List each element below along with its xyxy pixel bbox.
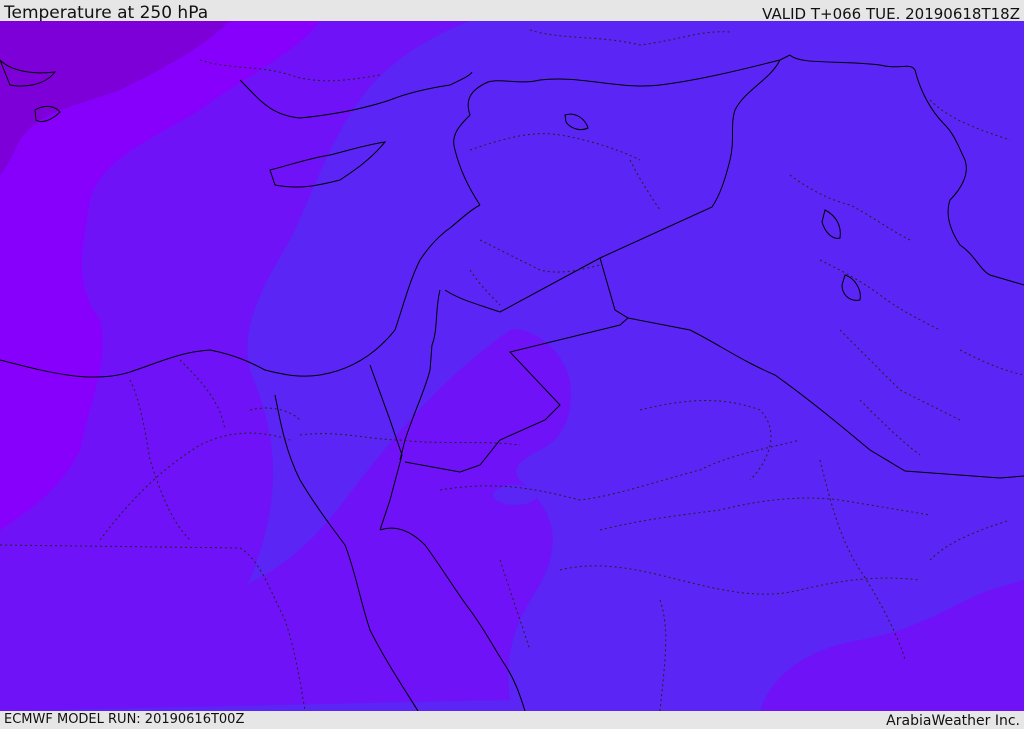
temperature-map[interactable] — [0, 21, 1024, 711]
credit-label: ArabiaWeather Inc. — [886, 713, 1020, 729]
header-bar: Temperature at 250 hPa VALID T+066 TUE. … — [0, 0, 1024, 23]
temperature-patch — [493, 485, 537, 505]
model-run-label: ECMWF MODEL RUN: 20190616T00Z — [4, 712, 245, 727]
map-title: Temperature at 250 hPa — [4, 3, 209, 23]
map-canvas — [0, 21, 1024, 711]
footer-bar: ECMWF MODEL RUN: 20190616T00Z ArabiaWeat… — [0, 711, 1024, 729]
